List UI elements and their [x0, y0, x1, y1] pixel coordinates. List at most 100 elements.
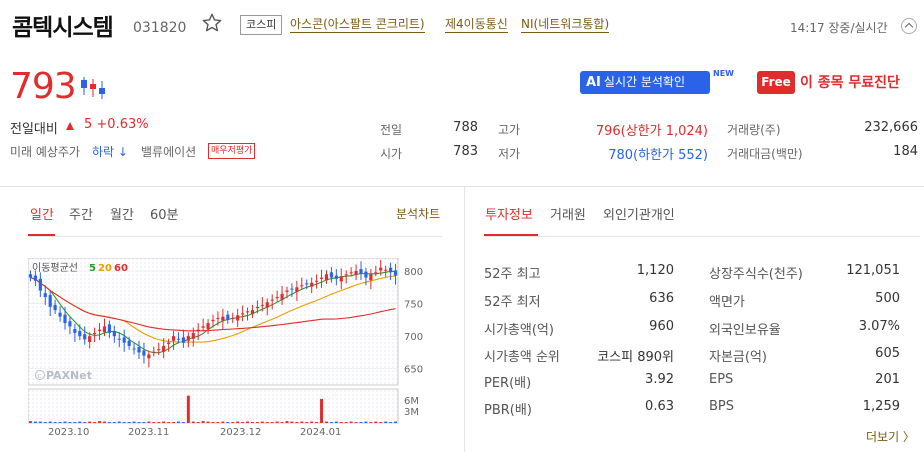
- info-label: 52주 최저: [484, 295, 541, 310]
- valuation-button[interactable]: 매우저평가: [208, 143, 256, 159]
- volume-bar: [78, 421, 82, 423]
- info-value: 3.07%: [858, 319, 900, 334]
- candle-body: [354, 271, 358, 275]
- volume-bar: [117, 421, 121, 423]
- candle-body: [63, 314, 67, 324]
- candle-body: [211, 319, 215, 322]
- favorite-star-icon[interactable]: [201, 12, 223, 34]
- volume-bar: [280, 422, 284, 423]
- candle-body: [275, 297, 279, 299]
- collapse-chevron-icon[interactable]: [901, 18, 917, 34]
- candle-body: [83, 334, 87, 340]
- candle-body: [329, 272, 333, 278]
- info-value: 605: [875, 346, 900, 361]
- free-diagnosis-link[interactable]: 이 종목 무료진단: [800, 72, 900, 92]
- volume-bar: [38, 421, 42, 423]
- candle-body: [93, 332, 97, 335]
- theme-tag-ascon[interactable]: 아스콘(아스팔트 콘크리트): [290, 16, 425, 33]
- info-label: 52주 최고: [484, 267, 541, 282]
- volume-bar: [167, 422, 171, 423]
- info-tab-indicator: [484, 234, 538, 236]
- volume-bar: [28, 421, 32, 423]
- tab-investment-info[interactable]: 투자정보: [485, 204, 533, 223]
- info-label: 상장주식수(천주): [709, 267, 803, 282]
- analysis-chart-link[interactable]: 분석차트: [396, 205, 440, 222]
- info-label: 시가총액(억): [484, 323, 554, 338]
- info-value: 500: [875, 291, 900, 306]
- volume-bar: [98, 421, 102, 423]
- stock-name: 콤텍시스템: [12, 15, 114, 41]
- volume-label: 거래량(주): [727, 123, 781, 137]
- new-badge: NEW: [713, 69, 734, 78]
- svg-text:c: c: [38, 372, 42, 380]
- candle-body: [127, 340, 131, 346]
- volume-bar: [374, 421, 378, 423]
- tab-brokers[interactable]: 거래원: [550, 204, 586, 223]
- theme-tag-4th-mobile[interactable]: 제4이동통신: [445, 16, 508, 33]
- valuation-label: 밸류에이션: [141, 145, 197, 159]
- info-label: BPS: [709, 399, 735, 414]
- volume-bar: [112, 422, 116, 423]
- free-badge[interactable]: Free: [757, 71, 795, 94]
- candle-body: [162, 345, 166, 352]
- ai-prefix: AI: [586, 75, 601, 90]
- volume-value: 232,666: [864, 120, 918, 135]
- info-label: EPS: [709, 372, 734, 387]
- candle-body: [349, 272, 353, 274]
- more-link[interactable]: 더보기 〉: [866, 428, 915, 445]
- y-tick-label: 800: [404, 267, 423, 278]
- change-value: 5 +0.63%: [84, 117, 149, 132]
- amount-value: 184: [893, 144, 918, 159]
- volume-bar: [211, 422, 215, 423]
- volume-bar: [83, 422, 87, 423]
- forecast-label: 미래 예상주가: [10, 145, 81, 159]
- tab-60min[interactable]: 60분: [150, 204, 179, 223]
- volume-bar: [369, 422, 373, 423]
- candle-body: [88, 336, 92, 343]
- volume-bar: [33, 421, 37, 423]
- stock-code: 031820: [133, 20, 187, 36]
- volume-bar: [300, 421, 304, 423]
- candle-body: [389, 267, 393, 273]
- volume-bar: [241, 422, 245, 423]
- candle-body: [255, 306, 259, 309]
- legend-ma20: 20: [98, 263, 112, 274]
- price-chart[interactable]: 이동평균선 5 20 60 c PAXNet 800 750 700 650 6M 3…: [27, 257, 439, 440]
- section-divider: [0, 186, 924, 187]
- candle-body: [334, 275, 338, 279]
- candle-body: [157, 349, 161, 351]
- volume-bar: [231, 422, 235, 423]
- candle-body: [344, 274, 348, 276]
- candle-body: [186, 336, 190, 341]
- x-tick-2023-10: 2023.10: [48, 427, 89, 438]
- x-tick-2024-01: 2024.01: [300, 427, 341, 438]
- ai-label: 실시간 분석확인: [603, 75, 686, 89]
- volume-bar: [93, 422, 97, 423]
- volume-bar: [48, 421, 52, 423]
- info-tabs-line: [484, 236, 920, 237]
- candle-body: [226, 314, 230, 320]
- candle-body: [241, 313, 245, 315]
- tab-daily[interactable]: 일간: [30, 204, 54, 223]
- tab-investor-trends[interactable]: 외인기관개인: [603, 204, 675, 223]
- volume-bar: [147, 421, 151, 423]
- info-label: 액면가: [709, 295, 745, 310]
- chart-tab-indicator: [28, 234, 55, 236]
- volume-bar: [162, 421, 166, 423]
- legend-title: 이동평균선: [32, 262, 78, 274]
- tab-weekly[interactable]: 주간: [69, 204, 93, 223]
- volume-bar: [73, 422, 77, 423]
- volume-bar: [196, 422, 200, 423]
- candle-body: [176, 338, 181, 340]
- tab-monthly[interactable]: 월간: [110, 204, 134, 223]
- candle-body: [107, 324, 111, 333]
- candle-body: [290, 288, 294, 290]
- volume-bar: [186, 395, 190, 423]
- candle-body: [236, 315, 240, 321]
- candle-body: [250, 310, 255, 315]
- forecast-value[interactable]: 하락 ↓: [92, 143, 128, 160]
- theme-tag-ni[interactable]: NI(네트워크통합): [521, 16, 610, 33]
- ai-analysis-button[interactable]: AI 실시간 분석확인: [580, 71, 710, 94]
- volume-bar: [63, 421, 67, 423]
- info-label: PER(배): [484, 376, 532, 391]
